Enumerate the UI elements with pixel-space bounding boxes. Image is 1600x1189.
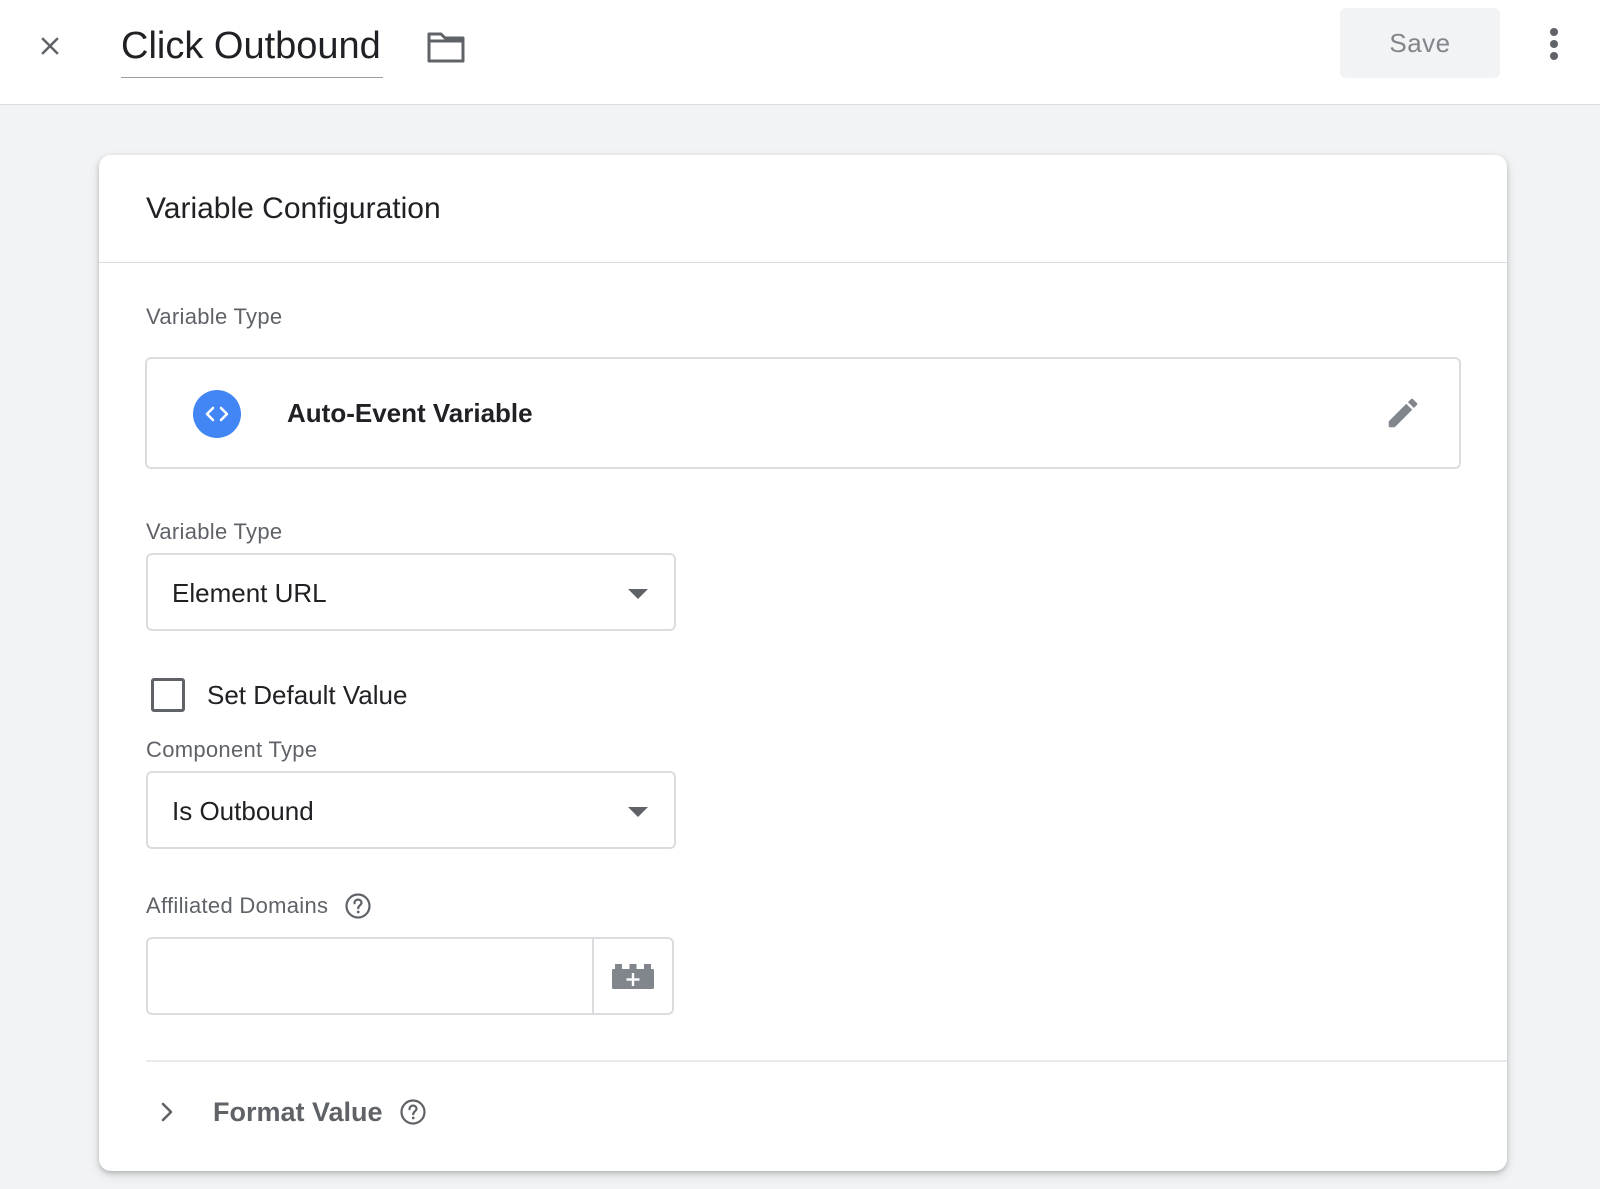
variable-type-heading: Variable Type <box>146 304 283 329</box>
affiliated-domains-label-row: Affiliated Domains <box>146 892 372 920</box>
variable-type-select-label: Variable Type <box>146 519 283 544</box>
chevron-right-icon <box>155 1100 179 1124</box>
variable-type-dropdown-value: Element URL <box>172 578 327 608</box>
format-value-toggle[interactable]: Format Value <box>155 1090 427 1134</box>
set-default-value-row[interactable]: Set Default Value <box>151 675 407 715</box>
more-options-button[interactable] <box>1534 22 1574 66</box>
format-value-label: Format Value <box>213 1097 383 1127</box>
component-type-dropdown[interactable]: Is Outbound <box>146 771 676 849</box>
set-default-value-checkbox[interactable] <box>151 678 185 712</box>
close-icon <box>41 37 59 55</box>
affiliated-domains-label: Affiliated Domains <box>146 893 329 918</box>
folder-button[interactable] <box>424 26 468 68</box>
insert-variable-button[interactable] <box>592 939 672 1013</box>
code-brackets-icon <box>193 390 241 438</box>
affiliated-domains-field <box>146 937 674 1015</box>
help-circle-icon[interactable] <box>344 892 372 920</box>
affiliated-domains-input[interactable] <box>148 939 592 1013</box>
save-button[interactable]: Save <box>1340 8 1500 78</box>
tag-name-field[interactable]: Click Outbound <box>121 18 383 78</box>
close-button[interactable] <box>28 24 72 68</box>
set-default-value-label: Set Default Value <box>207 680 408 710</box>
more-vert-icon <box>1550 28 1558 60</box>
folder-icon <box>427 32 465 63</box>
help-circle-icon[interactable] <box>399 1098 427 1126</box>
section-divider <box>146 1060 1507 1062</box>
dropdown-arrow-icon <box>628 807 648 817</box>
variable-configuration-card: Variable Configuration Variable Type Aut… <box>99 155 1507 1171</box>
variable-type-dropdown[interactable]: Element URL <box>146 553 676 631</box>
variable-type-selector[interactable]: Auto-Event Variable <box>145 357 1461 469</box>
top-bar: Click Outbound Save <box>0 0 1600 105</box>
component-type-dropdown-value: Is Outbound <box>172 796 314 826</box>
page-title: Click Outbound <box>121 25 381 67</box>
pencil-icon <box>1388 398 1418 428</box>
edit-variable-type-button[interactable] <box>1381 391 1425 435</box>
add-variable-icon <box>612 964 654 989</box>
card-header: Variable Configuration <box>99 155 1507 263</box>
variable-type-name: Auto-Event Variable <box>287 398 533 428</box>
dropdown-arrow-icon <box>628 589 648 599</box>
component-type-label: Component Type <box>146 737 318 762</box>
card-title: Variable Configuration <box>146 192 441 225</box>
